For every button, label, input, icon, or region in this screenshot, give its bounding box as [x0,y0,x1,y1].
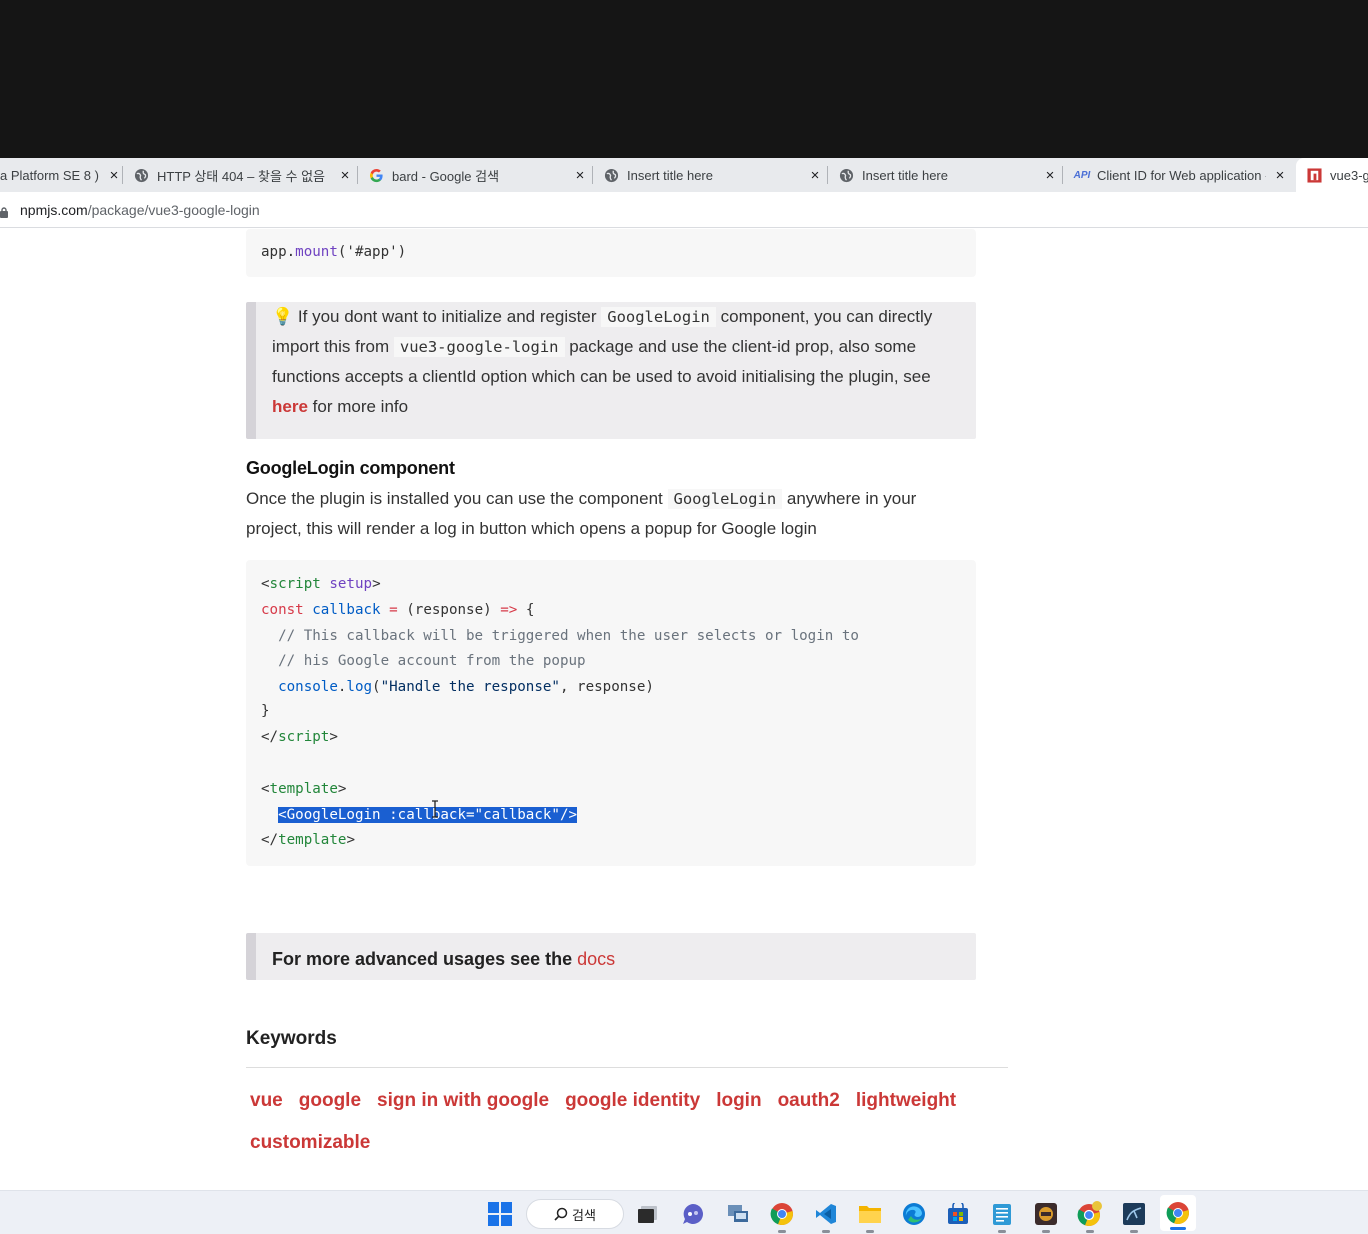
vscode-icon[interactable] [813,1201,839,1233]
tab-title: Insert title here [627,167,713,183]
tab-title: HTTP 상태 404 – 찾을 수 없음 [157,168,326,184]
chrome-icon[interactable] [769,1201,795,1233]
selected-text: <GoogleLogin :callback="callback"/> [278,807,578,823]
search-icon [554,1207,568,1221]
tab-strip: a Platform SE 8 ) × HTTP 상태 404 – 찾을 수 없… [0,158,1368,192]
keyword-link[interactable]: oauth2 [778,1087,840,1115]
npm-icon [1306,167,1322,183]
tab-http-404[interactable]: HTTP 상태 404 – 찾을 수 없음 × [133,158,353,192]
globe-icon [603,167,619,183]
code-line: const callback = (response) => { [261,602,535,618]
page-content: app.mount('#app') 💡 If you dont want to … [0,229,1368,1190]
tab-java-platform[interactable]: a Platform SE 8 ) × [0,158,122,192]
api-icon: API [1073,169,1091,181]
code-line: app.mount('#app') [261,244,407,260]
close-icon[interactable]: × [106,167,122,184]
top-dark-area [0,0,1368,158]
windows-start-icon[interactable] [487,1201,513,1227]
notepad-icon[interactable] [989,1201,1015,1233]
tab-insert-title-1[interactable]: Insert title here × [603,158,823,192]
tab-client-id[interactable]: API Client ID for Web application - × [1072,158,1288,192]
tab-title: Insert title here [862,167,948,183]
code-line: // his Google account from the popup [261,653,586,669]
screen: a Platform SE 8 ) × HTTP 상태 404 – 찾을 수 없… [0,0,1368,1234]
close-icon[interactable]: × [337,167,353,184]
note-text: 💡 If you dont want to initialize and reg… [272,307,933,416]
tab-title: a Platform SE 8 ) [0,167,99,183]
docs-note: For more advanced usages see the docs [246,933,976,980]
chrome-active-icon[interactable] [1160,1195,1196,1231]
close-icon[interactable]: × [572,167,588,184]
keywords-list: vue google sign in with google google id… [250,1087,990,1157]
tab-title: vue3-g [1330,167,1368,183]
tab-divider [827,166,828,184]
mysql-workbench-icon[interactable] [1121,1201,1147,1233]
keyword-link[interactable]: vue [250,1087,283,1115]
url-host: npmjs.com [20,201,88,218]
task-view-icon[interactable] [635,1201,661,1227]
tab-divider [122,166,123,184]
docs-link[interactable]: docs [577,949,615,969]
eclipse-ide-icon[interactable] [1033,1201,1059,1233]
address-bar[interactable]: npmjs.com/package/vue3-google-login [0,192,1368,228]
keyword-link[interactable]: customizable [250,1129,370,1157]
code-line: </template> [261,832,355,848]
code-line: <GoogleLogin :callback="callback"/> [261,803,578,827]
tab-vue3-google-login[interactable]: vue3-g [1296,158,1368,192]
code-line: <template> [261,781,347,797]
globe-icon [838,167,854,183]
network-app-icon[interactable] [725,1201,751,1227]
code-block-usage[interactable]: <script setup> const callback = (respons… [246,560,976,866]
tab-divider [1062,166,1063,184]
chat-icon[interactable] [680,1201,706,1227]
tab-divider [357,166,358,184]
keyword-link[interactable]: google identity [565,1087,700,1115]
chrome-canary-icon[interactable] [1077,1201,1103,1233]
file-explorer-icon[interactable] [857,1201,883,1233]
code-line: console.log("Handle the response", respo… [261,679,654,695]
taskbar-search[interactable]: 검색 [526,1199,624,1229]
tab-title: bard - Google 검색 [392,168,500,184]
globe-icon [133,167,149,183]
docs-note-text: For more advanced usages see the docs [272,949,616,969]
keyword-link[interactable]: google [299,1087,361,1115]
here-link[interactable]: here [272,397,308,416]
text-cursor-icon [432,800,438,818]
close-icon[interactable]: × [807,167,823,184]
tab-insert-title-2[interactable]: Insert title here × [838,158,1058,192]
inline-code: GoogleLogin [601,307,716,327]
tab-title: Client ID for Web application - [1097,167,1266,183]
section-paragraph: Once the plugin is installed you can use… [246,489,917,538]
divider [246,1067,1008,1068]
tab-divider [592,166,593,184]
inline-code: vue3-google-login [393,337,565,357]
keyword-link[interactable]: login [716,1087,761,1115]
taskbar: 검색 [0,1190,1368,1234]
tab-bard-search[interactable]: bard - Google 검색 × [368,158,588,192]
google-icon [368,167,384,183]
keywords-heading: Keywords [246,1028,337,1049]
code-line: </script> [261,729,338,745]
store-icon[interactable] [945,1201,971,1227]
keyword-link[interactable]: sign in with google [377,1087,549,1115]
close-icon[interactable]: × [1042,167,1058,184]
edge-icon[interactable] [901,1201,927,1227]
section-heading: GoogleLogin component [246,458,455,478]
lock-icon [0,205,8,218]
search-label: 검색 [572,1207,596,1223]
code-block-mount: app.mount('#app') [246,229,976,277]
code-line: // This callback will be triggered when … [261,628,859,644]
close-icon[interactable]: × [1272,167,1288,184]
info-note: 💡 If you dont want to initialize and reg… [246,302,976,439]
lightbulb-icon: 💡 [272,307,294,326]
url-path: /package/vue3-google-login [87,201,260,218]
keyword-link[interactable]: lightweight [856,1087,956,1115]
code-line: <script setup> [261,576,381,592]
inline-code: GoogleLogin [667,489,783,509]
code-line: } [261,703,270,719]
